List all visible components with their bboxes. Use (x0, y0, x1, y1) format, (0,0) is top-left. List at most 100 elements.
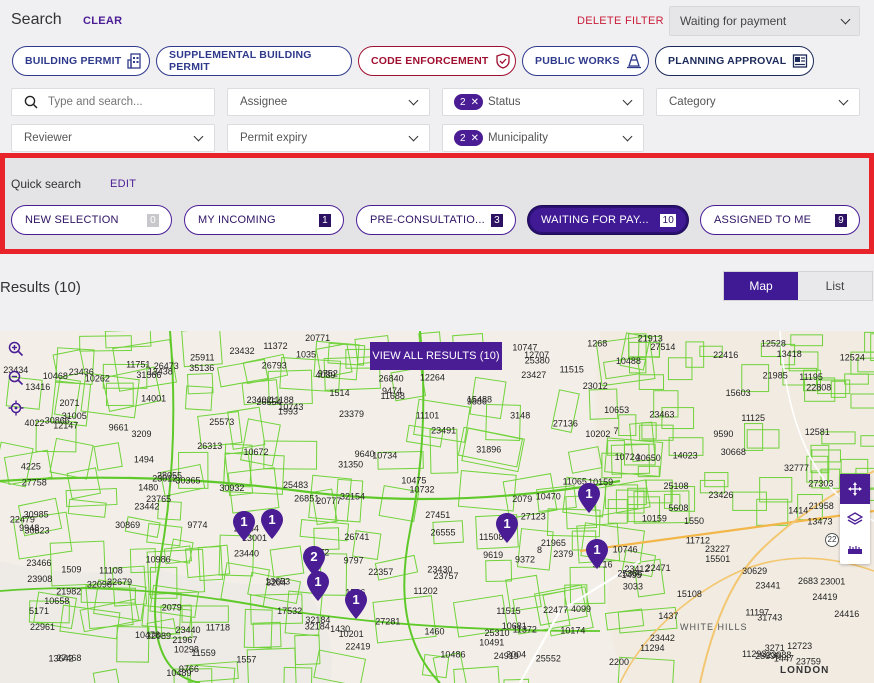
quick-search-edit-button[interactable]: EDIT (110, 178, 136, 190)
parcel-number: 20777 (316, 496, 341, 506)
result-marker[interactable]: 1 (307, 571, 329, 601)
permit-expiry-select[interactable]: Permit expiry (227, 124, 430, 152)
parcel-number: 22679 (107, 577, 132, 587)
measure-button[interactable] (840, 534, 870, 564)
parcel-number: 10491 (479, 637, 504, 647)
parcel-number: 22808 (806, 382, 831, 392)
parcel-number: 5608 (668, 503, 688, 513)
parcel-number: 22416 (713, 350, 738, 360)
parcel-number: 4022 (24, 418, 44, 428)
category-select-label: Category (669, 96, 716, 108)
parcel-number: 32184 (305, 622, 330, 632)
category-label: PLANNING APPROVAL (668, 55, 787, 67)
parcel-number: 11372 (263, 341, 287, 351)
parcel-outline (66, 467, 102, 500)
category-building-permit[interactable]: BUILDING PERMIT (12, 46, 150, 76)
category-public-works[interactable]: PUBLIC WORKS (522, 46, 649, 76)
parcel-number: 25310 (484, 628, 509, 638)
parcel-number: 27451 (425, 510, 450, 520)
parcel-number: 12581 (805, 427, 830, 437)
parcel-number: 10470 (536, 492, 561, 502)
parcel-number: 1514 (330, 388, 350, 398)
category-supplemental-building-permit[interactable]: SUPPLEMENTAL BUILDING PERMIT (156, 46, 352, 76)
chevron-down-icon (408, 95, 419, 106)
parcel-outline (104, 331, 152, 349)
reviewer-select[interactable]: Reviewer (11, 124, 215, 152)
search-field[interactable] (11, 88, 215, 116)
locate-button[interactable] (6, 398, 26, 418)
result-marker[interactable]: 1 (496, 513, 518, 543)
parcel-number: 13473 (807, 516, 832, 526)
parcel-number: 23426 (708, 490, 733, 500)
result-marker[interactable]: 1 (345, 589, 367, 619)
quick-search-my-incoming[interactable]: MY INCOMING 1 (184, 205, 344, 235)
parcel-number: 9797 (344, 556, 364, 566)
result-marker[interactable]: 1 (233, 511, 255, 541)
parcel-number: 25911 (190, 352, 214, 362)
parcel-number: 25108 (663, 481, 688, 491)
result-marker[interactable]: 1 (261, 509, 283, 539)
assignee-select[interactable]: Assignee (227, 88, 430, 116)
chevron-down-icon (622, 95, 633, 106)
parcel-number: 23491 (431, 425, 456, 435)
parcel-number: 27514 (650, 342, 675, 352)
parcel-number: 30365 (175, 476, 200, 486)
place-label: LONDON (780, 665, 830, 676)
category-code-enforcement[interactable]: CODE ENFORCEMENT (358, 46, 516, 76)
layers-button[interactable] (840, 504, 870, 534)
zoom-in-icon (8, 341, 24, 357)
clear-button[interactable]: CLEAR (83, 15, 122, 27)
parcel-number: 11101 (416, 410, 440, 420)
list-view-button[interactable]: List (798, 272, 872, 300)
parcel-number: 9372 (515, 555, 535, 565)
search-icon (24, 95, 38, 109)
clear-x-icon[interactable]: ✕ (471, 97, 479, 108)
parcel-number: 1550 (684, 516, 704, 526)
parcel-number: 1495 (622, 570, 642, 580)
quick-search-pre-consultation[interactable]: PRE-CONSULTATIO... 3 (356, 205, 516, 235)
municipality-select[interactable]: 2 ✕ Municipality (442, 124, 644, 152)
saved-filter-select[interactable]: Waiting for payment (669, 6, 860, 36)
municipality-count-badge[interactable]: 2 ✕ (454, 130, 483, 146)
result-marker[interactable]: 1 (586, 539, 608, 569)
result-marker[interactable]: 1 (578, 483, 600, 513)
parcel-number: 17532 (277, 606, 302, 616)
parcel-number: 1509 (61, 565, 81, 575)
count-badge: 1 (319, 214, 331, 227)
parcel-number: 9948 (19, 523, 39, 533)
map-view-button[interactable]: Map (724, 272, 798, 300)
cone-icon (626, 54, 641, 69)
zoom-out-button[interactable] (6, 368, 26, 388)
zoom-in-button[interactable] (6, 339, 26, 359)
clear-x-icon[interactable]: ✕ (471, 133, 479, 144)
parcel-number: 4089 (315, 370, 335, 380)
parcel-outline (67, 498, 107, 518)
crosshair-icon (8, 400, 24, 416)
parcel-number: 27303 (808, 478, 833, 488)
quick-search-new-selection[interactable]: NEW SELECTION 0 (11, 205, 172, 235)
category-planning-approval[interactable]: PLANNING APPROVAL (655, 46, 814, 76)
search-input[interactable] (48, 96, 198, 108)
map-view[interactable]: 1993327772713627303207772683120721268234… (0, 331, 874, 683)
parcel-number: 10475 (401, 475, 426, 485)
parcel-number: 31896 (476, 444, 501, 454)
count-badge: 9 (835, 214, 847, 227)
status-select[interactable]: 2 ✕ Status (442, 88, 644, 116)
parcel-number: 2200 (609, 657, 629, 667)
parcel-number: 10743 (278, 402, 303, 412)
count-badge: 3 (491, 214, 503, 227)
category-select[interactable]: Category (656, 88, 860, 116)
quick-search-waiting-for-payment[interactable]: WAITING FOR PAY... 10 (527, 205, 689, 235)
chevron-down-icon (838, 95, 849, 106)
parcel-number: 23765 (146, 494, 171, 504)
parcel-number: 32154 (340, 491, 365, 501)
quick-search-assigned-to-me[interactable]: ASSIGNED TO ME 9 (700, 205, 860, 235)
parcel-number: 1035 (296, 349, 316, 359)
view-all-results-button[interactable]: VIEW ALL RESULTS (10) (370, 342, 502, 370)
status-count-badge[interactable]: 2 ✕ (454, 94, 483, 110)
parcel-outline (503, 678, 530, 683)
delete-filter-button[interactable]: DELETE FILTER (577, 15, 664, 27)
parcel-number: 11294 (640, 643, 664, 653)
pan-tool-button[interactable] (840, 474, 870, 504)
parcel-number: 27758 (22, 478, 47, 488)
